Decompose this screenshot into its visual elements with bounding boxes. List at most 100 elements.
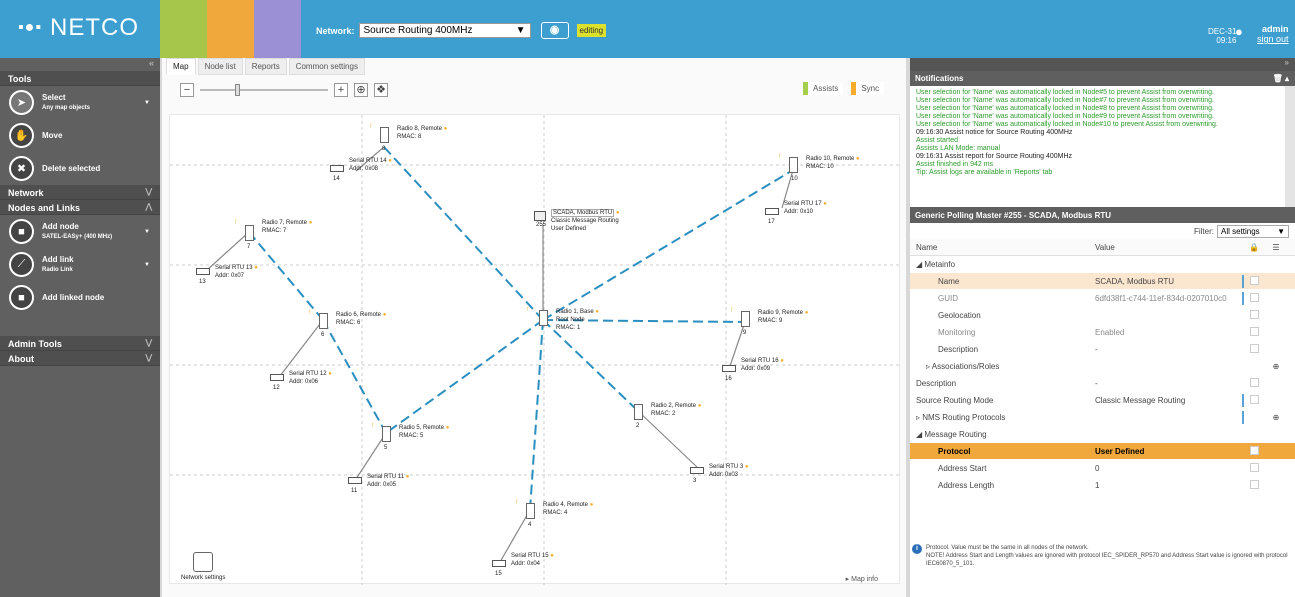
zoom-out-button[interactable]: − (180, 83, 194, 97)
notification-line: Assists LAN Mode: manual (916, 145, 1001, 152)
property-row[interactable]: Protocol User Defined (910, 443, 1295, 460)
about-header[interactable]: About ⋁ (0, 351, 160, 366)
network-map[interactable]: SCADA, Modbus RTU ● Classic Message Routi… (169, 114, 901, 585)
property-row[interactable]: Address Start 0 (910, 460, 1295, 477)
lock-checkbox[interactable] (1249, 309, 1259, 319)
lock-icon: 🔒 (1249, 242, 1259, 252)
filter-select[interactable]: All settings ▼ (1217, 224, 1289, 238)
info-icon: i (912, 544, 922, 554)
property-row[interactable]: GUID 6dfd38f1-c744-11ef-834d-0207010c0 (910, 290, 1295, 307)
property-row[interactable]: Geolocation (910, 307, 1295, 324)
map-panel: Map Node list Reports Common settings − … (162, 58, 906, 597)
property-row[interactable]: ◢ Metainfo (910, 256, 1295, 273)
nodes-header[interactable]: Nodes and Links ⋀ (0, 200, 160, 215)
cursor-icon: ➤ (9, 90, 34, 115)
lock-checkbox[interactable] (1249, 445, 1259, 455)
add-link-tool[interactable]: ⟋ Add link Radio Link ▼ (0, 248, 160, 281)
tab-bar: Map Node list Reports Common settings (166, 58, 365, 75)
notification-line: Assist started (916, 137, 959, 144)
notifications-log[interactable]: User selection for 'Name' was automatica… (910, 86, 1295, 207)
layout-icon[interactable]: ❖ (374, 83, 388, 97)
assists-button[interactable]: Assists (803, 82, 844, 95)
lock-checkbox[interactable] (1249, 377, 1259, 387)
zoom-slider[interactable] (200, 84, 328, 96)
notification-line: 09:16:31 Assist report for Source Routin… (916, 153, 1073, 160)
linked-node-icon: ■ (9, 285, 34, 310)
map-canvas (170, 115, 901, 585)
property-row[interactable]: Source Routing Mode Classic Message Routi… (910, 392, 1295, 409)
notification-line: 09:16:30 Assist notice for Source Routin… (916, 129, 1073, 136)
property-row[interactable]: Name SCADA, Modbus RTU (910, 273, 1295, 290)
user-icon: ● (1235, 24, 1243, 39)
menu-icon[interactable]: ☰ (1265, 243, 1287, 252)
lock-checkbox[interactable] (1249, 343, 1259, 353)
lock-checkbox[interactable] (1249, 292, 1259, 302)
property-row[interactable]: Description - (910, 341, 1295, 358)
tab-map[interactable]: Map (166, 58, 196, 75)
color-block-1[interactable] (160, 0, 207, 58)
network-label: Network: (316, 25, 355, 36)
property-row[interactable]: Address Length 1 (910, 477, 1295, 494)
notification-line: Assist finished in 942 ms (916, 161, 994, 168)
color-block-2[interactable] (207, 0, 254, 58)
add-linked-node-tool[interactable]: ■ Add linked node (0, 281, 160, 314)
netco-logo[interactable]: ▪●▪ NETCO (18, 14, 139, 42)
share-icon (193, 552, 214, 572)
property-row[interactable]: ▹ NMS Routing Protocols ⊕ (910, 409, 1295, 426)
sync-button[interactable]: Sync (851, 82, 885, 95)
add-node-tool[interactable]: ■ Add node SATEL-EASy+ (400 MHz) ▼ (0, 215, 160, 248)
network-settings-button[interactable]: Network settings (181, 552, 225, 581)
notification-line: User selection for 'Name' was automatica… (916, 105, 1214, 112)
lock-checkbox[interactable] (1249, 479, 1259, 489)
collapse-right-icon[interactable]: » (910, 58, 1295, 71)
tab-reports[interactable]: Reports (244, 58, 287, 75)
property-info: i Protocol. Value must be the same in all… (912, 544, 1292, 568)
zoom-in-button[interactable]: + (334, 83, 348, 97)
eye-icon[interactable]: ◉ (540, 22, 569, 39)
top-bar: ▪●▪ NETCO Network: Source Routing 400MHz ▼… (0, 0, 1295, 58)
property-row[interactable]: ▹ Associations/Roles ⊕ (910, 358, 1295, 375)
link-icon: ⟋ (9, 252, 34, 277)
target-icon[interactable]: ⊕ (354, 83, 368, 97)
chevron-down-icon: ▼ (515, 25, 526, 36)
property-row[interactable]: Monitoring Enabled (910, 324, 1295, 341)
properties-table: ◢ Metainfo Name SCADA, Modbus RTU GUID 6dfd3… (910, 256, 1295, 494)
move-tool[interactable]: ✋ Move (0, 119, 160, 152)
scada-node[interactable]: SCADA, Modbus RTU ● Classic Message Routi… (534, 209, 620, 232)
square-icon: ■ (9, 219, 34, 244)
close-icon: ✖ (9, 156, 34, 181)
property-row[interactable]: ◢ Message Routing (910, 426, 1295, 443)
network-header[interactable]: Network ⋁ (0, 185, 160, 200)
color-block-3[interactable] (254, 0, 301, 58)
lock-checkbox[interactable] (1249, 462, 1259, 472)
trash-icon[interactable]: 🗑 ▴ (1273, 74, 1289, 83)
signout-link[interactable]: sign out (1257, 34, 1289, 44)
tab-node-list[interactable]: Node list (197, 58, 243, 75)
collapse-left-icon[interactable]: « (0, 58, 160, 71)
lock-checkbox[interactable] (1249, 326, 1259, 336)
admin-header[interactable]: Admin Tools ⋁ (0, 336, 160, 351)
delete-tool[interactable]: ✖ Delete selected (0, 152, 160, 185)
user-menu[interactable]: admin sign out (1257, 24, 1289, 44)
notification-line: User selection for 'Name' was automatica… (916, 89, 1214, 96)
network-selector: Network: Source Routing 400MHz ▼ ◉ editin… (316, 22, 607, 39)
notification-line: User selection for 'Name' was automatica… (916, 113, 1214, 120)
tab-common-settings[interactable]: Common settings (288, 58, 365, 75)
warning-icon: ! (527, 307, 529, 313)
lock-checkbox[interactable] (1249, 394, 1259, 404)
map-info-link[interactable]: ▸ Map info (846, 575, 878, 583)
select-tool[interactable]: ➤ Select Any map objects ▼ (0, 86, 160, 119)
sidebar: « Tools ➤ Select Any map objects ▼ ✋ Move ✖ D… (0, 58, 160, 597)
notification-line: User selection for 'Name' was automatica… (916, 121, 1218, 128)
computer-icon (534, 211, 546, 221)
datetime: DEC-31 09:16 (1208, 27, 1237, 45)
assist-toggles: Assists Sync (803, 82, 885, 95)
properties-header: Generic Polling Master #255 - SCADA, Mod… (910, 207, 1295, 223)
lock-checkbox[interactable] (1249, 275, 1259, 285)
tools-header[interactable]: Tools (0, 71, 160, 86)
notification-line: User selection for 'Name' was automatica… (916, 97, 1214, 104)
property-row[interactable]: Description - (910, 375, 1295, 392)
right-panel: » Notifications 🗑 ▴ User selection for 'N… (910, 58, 1295, 597)
network-select[interactable]: Source Routing 400MHz ▼ (358, 23, 531, 38)
properties-table-header: Name Value 🔒 ☰ (910, 239, 1295, 256)
